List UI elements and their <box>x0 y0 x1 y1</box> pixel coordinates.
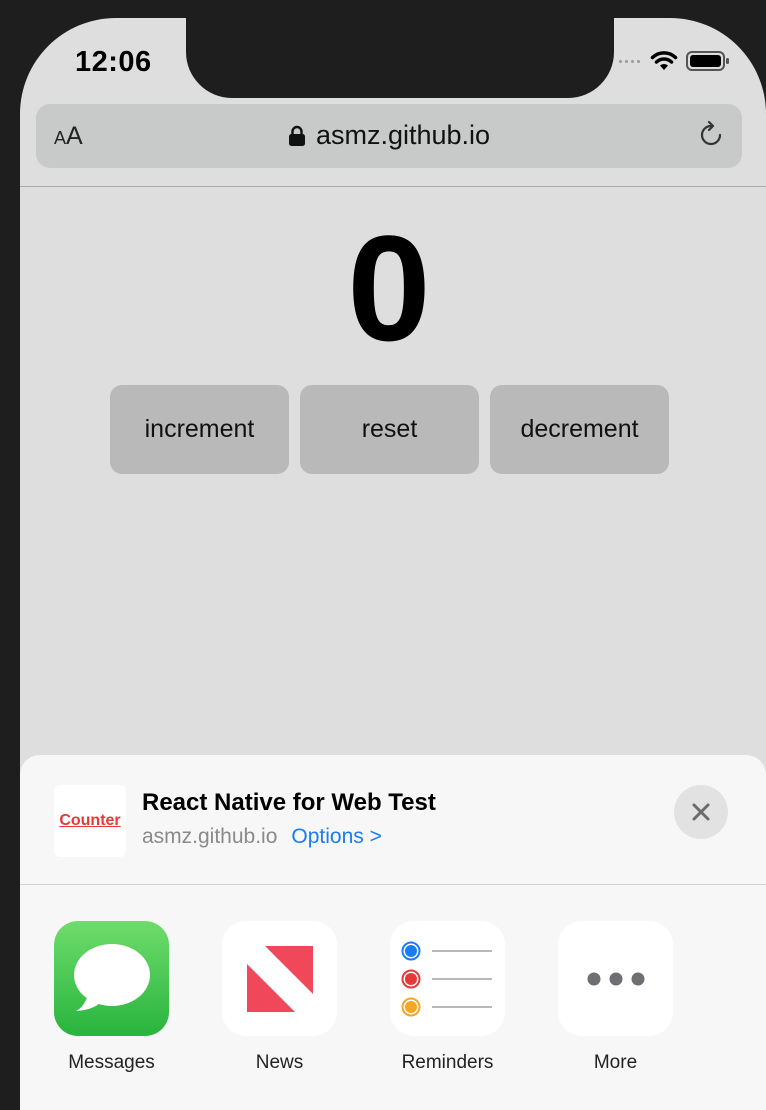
address-bar[interactable]: AA asmz.github.io <box>36 104 742 168</box>
share-apps-row: Messages News Reminders More <box>54 921 673 1074</box>
notch <box>186 18 614 98</box>
decrement-button[interactable]: decrement <box>490 385 669 474</box>
share-app-reminders[interactable]: Reminders <box>390 921 505 1074</box>
share-domain: asmz.github.io <box>142 825 278 848</box>
close-button[interactable] <box>674 785 728 839</box>
status-icons <box>619 50 730 72</box>
share-sheet: Counter React Native for Web Test asmz.g… <box>20 755 766 1110</box>
share-subtitle: asmz.github.io Options > <box>142 825 382 849</box>
reload-icon[interactable] <box>696 118 728 154</box>
share-title: React Native for Web Test <box>142 789 436 816</box>
share-app-news[interactable]: News <box>222 921 337 1074</box>
counter-buttons: increment reset decrement <box>110 385 669 474</box>
phone-screen: 12:06 AA asmz.github.io 0 increment rese… <box>20 18 766 1110</box>
share-app-messages[interactable]: Messages <box>54 921 169 1074</box>
url-display[interactable]: asmz.github.io <box>36 120 742 151</box>
divider <box>20 884 766 885</box>
reset-button[interactable]: reset <box>300 385 479 474</box>
app-label: Reminders <box>401 1052 494 1073</box>
more-icon <box>558 921 673 1036</box>
lock-icon <box>288 125 305 146</box>
site-thumbnail-text: Counter <box>59 812 121 829</box>
options-link[interactable]: Options > <box>291 825 381 848</box>
battery-icon <box>686 51 729 71</box>
app-label: Messages <box>68 1052 155 1073</box>
signal-icon <box>619 59 640 63</box>
news-icon <box>222 921 337 1036</box>
close-icon <box>692 803 710 821</box>
reminders-icon <box>390 921 505 1036</box>
share-app-more[interactable]: More <box>558 921 673 1074</box>
increment-button[interactable]: increment <box>110 385 289 474</box>
wifi-icon <box>650 51 678 70</box>
url-text: asmz.github.io <box>315 120 491 150</box>
site-thumbnail: Counter <box>54 785 126 857</box>
app-label: News <box>255 1052 304 1073</box>
app-label: More <box>593 1052 638 1073</box>
messages-icon <box>54 921 169 1036</box>
counter-value: 0 <box>347 204 431 372</box>
divider <box>20 186 766 187</box>
status-time: 12:06 <box>75 46 152 78</box>
